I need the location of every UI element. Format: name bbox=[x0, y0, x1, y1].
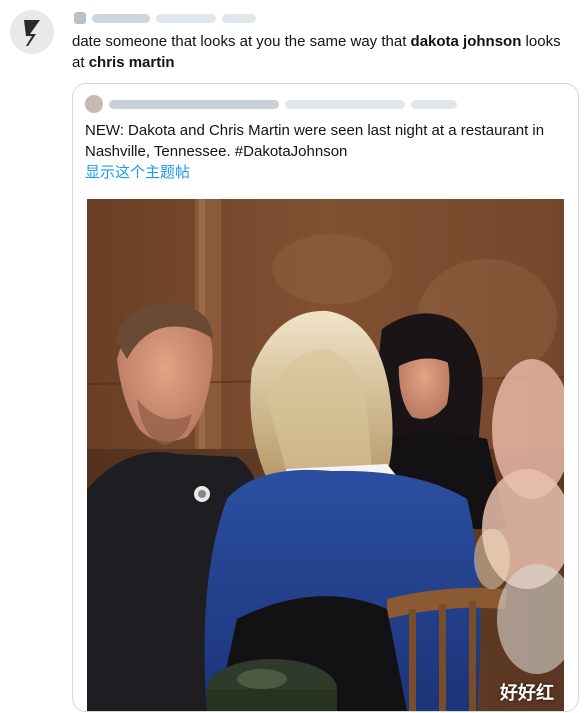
author-avatar[interactable] bbox=[10, 10, 54, 54]
quoted-tweet-card[interactable]: NEW: Dakota and Chris Martin were seen l… bbox=[72, 83, 579, 712]
quoted-author-handle bbox=[285, 99, 405, 109]
tweet-text-part: date someone that looks at you the same … bbox=[72, 33, 411, 50]
watermark-text: 好好红 bbox=[500, 683, 554, 704]
restaurant-photo bbox=[87, 199, 564, 711]
quoted-avatar-icon[interactable] bbox=[85, 95, 103, 113]
show-thread-link[interactable]: 显示这个主题帖 bbox=[85, 163, 190, 183]
avatar-icon bbox=[20, 16, 44, 48]
tweet-photo[interactable]: 好好红 bbox=[87, 199, 564, 711]
quoted-tweet-text: NEW: Dakota and Chris Martin were seen l… bbox=[85, 122, 545, 160]
badge-icon bbox=[74, 12, 86, 24]
author-name[interactable] bbox=[92, 13, 150, 23]
author-handle bbox=[156, 13, 216, 23]
tweet-text-bold: chris martin bbox=[88, 54, 175, 71]
tweet-text: date someone that looks at you the same … bbox=[72, 31, 577, 73]
tweet-text-bold: dakota johnson bbox=[410, 33, 522, 50]
quoted-tweet-header[interactable] bbox=[85, 94, 457, 114]
author-header[interactable] bbox=[74, 10, 256, 26]
quoted-author-name[interactable] bbox=[109, 99, 279, 109]
tweet-time[interactable] bbox=[222, 13, 256, 23]
quoted-tweet-time bbox=[411, 99, 457, 109]
